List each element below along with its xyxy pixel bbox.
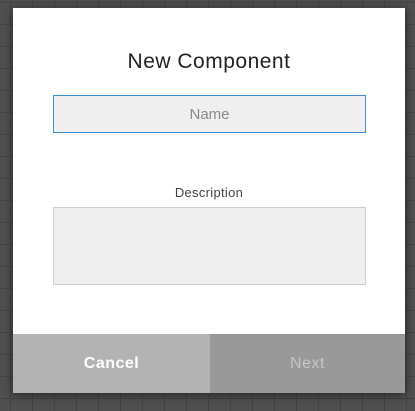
name-input[interactable] <box>53 95 366 133</box>
cancel-button[interactable]: Cancel <box>13 334 210 393</box>
dialog-footer: Cancel Next <box>13 334 405 393</box>
next-button[interactable]: Next <box>210 334 405 393</box>
description-label: Description <box>174 185 244 200</box>
new-component-dialog: New Component Description Cancel Next <box>13 8 405 393</box>
dialog-title: New Component <box>127 50 291 73</box>
description-textarea[interactable] <box>53 207 366 285</box>
